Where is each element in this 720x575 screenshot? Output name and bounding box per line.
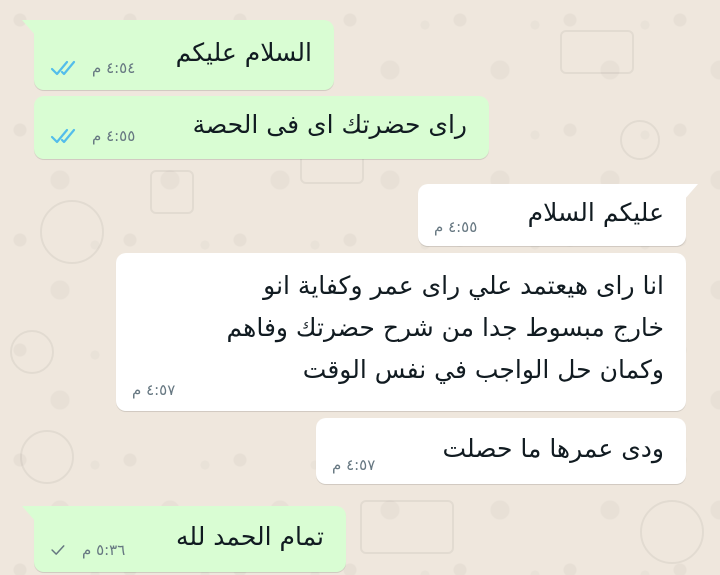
message-text: ودى عمرها ما حصلت: [442, 434, 664, 463]
message-meta: ٤:٥٤ م: [50, 58, 135, 78]
message-meta: ٤:٥٧ م: [132, 381, 175, 399]
message-text: راى حضرتك اى فى الحصة: [192, 110, 467, 139]
single-check-icon: [51, 545, 65, 555]
message-bubble-outgoing[interactable]: تمام الحمد لله ٥:٣٦ م: [22, 506, 346, 572]
message-bubble-incoming[interactable]: ودى عمرها ما حصلت ٤:٥٧ م: [316, 418, 686, 484]
bubble-tail: [22, 506, 36, 522]
message-bubble-outgoing[interactable]: السلام عليكم ٤:٥٤ م: [22, 20, 334, 90]
message-bubble-incoming[interactable]: عليكم السلام ٤:٥٥ م: [418, 184, 698, 246]
message-time: ٥:٣٦ م: [82, 541, 126, 559]
message-time: ٤:٥٤ م: [92, 59, 136, 77]
message-bubble-outgoing[interactable]: راى حضرتك اى فى الحصة ٤:٥٥ م: [34, 96, 489, 159]
message-text: تمام الحمد لله: [176, 522, 324, 551]
message-text: عليكم السلام: [527, 198, 664, 227]
message-time: ٤:٥٥ م: [434, 218, 478, 236]
double-check-icon: [50, 128, 76, 144]
message-time: ٤:٥٧ م: [132, 381, 176, 399]
message-bubble-incoming[interactable]: انا راى هيعتمد علي راى عمر وكفاية انو خا…: [116, 253, 686, 411]
bubble-tail: [22, 20, 36, 36]
message-time: ٤:٥٧ م: [332, 456, 376, 474]
message-meta: ٤:٥٥ م: [434, 218, 477, 236]
double-check-icon: [50, 60, 76, 76]
message-text: السلام عليكم: [175, 38, 312, 67]
bubble-tail: [684, 184, 698, 200]
message-time: ٤:٥٥ م: [92, 127, 136, 145]
message-meta: ٥:٣٦ م: [50, 540, 125, 560]
message-text: انا راى هيعتمد علي راى عمر وكفاية انو خا…: [226, 271, 664, 384]
chat-message-list[interactable]: السلام عليكم ٤:٥٤ م راى حضرتك اى فى الحص…: [0, 0, 720, 575]
message-meta: ٤:٥٥ م: [50, 126, 135, 146]
message-meta: ٤:٥٧ م: [332, 456, 375, 474]
